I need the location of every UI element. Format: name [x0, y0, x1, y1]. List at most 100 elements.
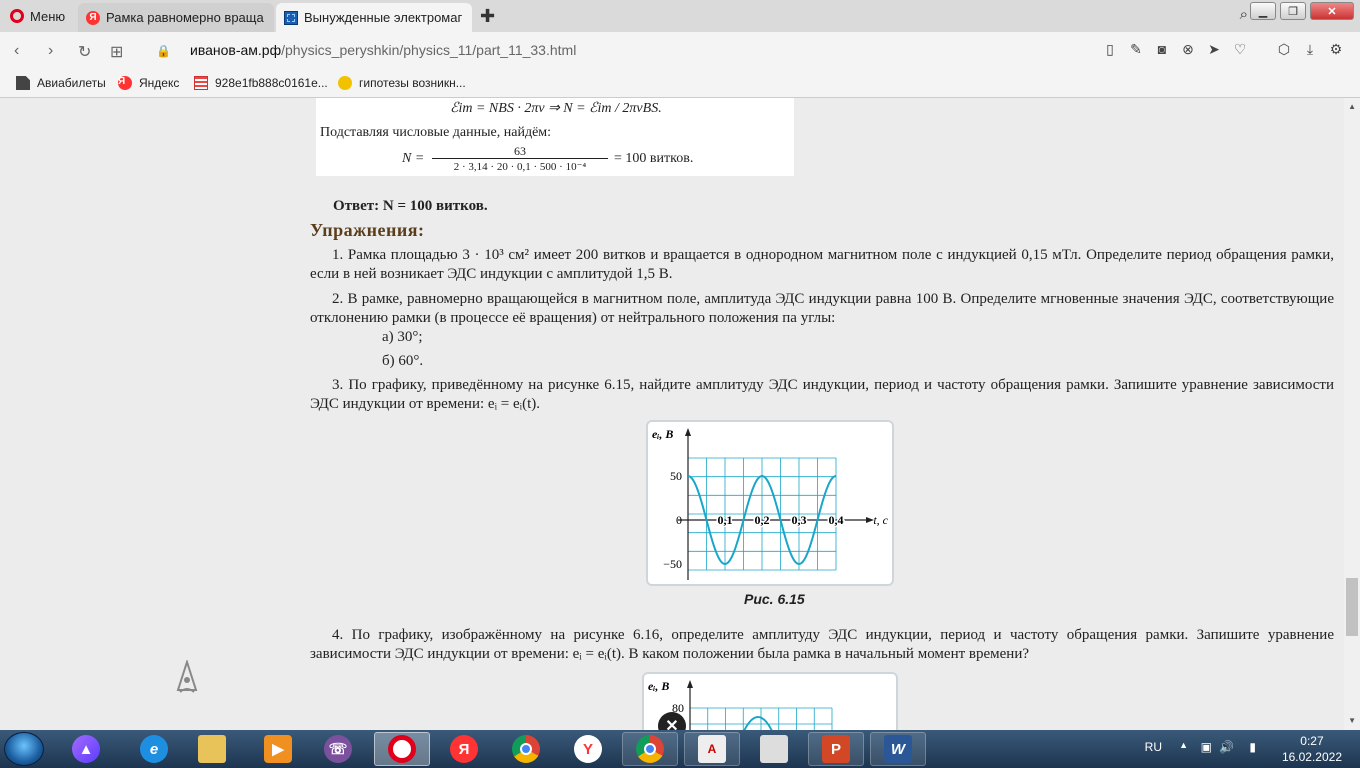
- calculator-icon: [760, 735, 788, 763]
- y-axis-label: eᵢ, В: [648, 679, 669, 693]
- scanned-solution: ℰim = NBS · 2πν ⇒ N = ℰim / 2πνBS. Подст…: [316, 98, 794, 176]
- tab-vynuzhdennye[interactable]: Вынужденные электромаг: [276, 3, 472, 32]
- acrobat-icon: A: [698, 735, 726, 763]
- n-label: N =: [402, 151, 425, 166]
- taskbar-acrobat[interactable]: A: [684, 732, 740, 766]
- taskbar-powerpoint[interactable]: P: [808, 732, 864, 766]
- forward-icon[interactable]: ›: [48, 42, 53, 60]
- formula-line: ℰim = NBS · 2πν ⇒ N = ℰim / 2πνBS.: [450, 101, 662, 116]
- cube-icon[interactable]: ⬡: [1276, 41, 1292, 58]
- url-field[interactable]: иванов-ам.рф/physics_peryshkin/physics_1…: [190, 42, 576, 58]
- heart-icon[interactable]: ♡: [1232, 41, 1248, 58]
- bookmark-label: Яндекс: [139, 76, 180, 90]
- text-to-speech-icon[interactable]: [176, 660, 198, 696]
- language-indicator[interactable]: RU: [1145, 740, 1162, 754]
- tab-ramka[interactable]: Я Рамка равномерно враща: [78, 3, 274, 32]
- bookmark-yandex[interactable]: Я Яндекс: [118, 76, 179, 90]
- lock-icon: 🔒: [156, 44, 171, 58]
- exercise-1: 1. Рамка площадью 3 · 10³ см² имеет 200 …: [310, 247, 1334, 282]
- volume-icon[interactable]: 🔊: [1219, 740, 1234, 754]
- powerpoint-icon: P: [822, 735, 850, 763]
- battery-icon[interactable]: ▮: [1249, 740, 1256, 754]
- substitution-text: Подставляя числовые данные, найдём:: [320, 125, 552, 140]
- maximize-button[interactable]: ❐: [1280, 2, 1306, 20]
- download-icon[interactable]: ⤓: [1302, 41, 1318, 58]
- bookmark-hash[interactable]: 928e1fb888c0161e...: [194, 76, 328, 90]
- taskbar-chrome[interactable]: [498, 732, 554, 766]
- snapshot-icon[interactable]: ◙: [1154, 41, 1170, 58]
- opera-icon: [10, 9, 24, 23]
- taskbar-calculator[interactable]: [746, 732, 802, 766]
- y-axis-arrow-icon: [687, 680, 693, 688]
- chrome-icon: [512, 735, 540, 763]
- address-actions: ▯ ✎ ◙ ⊗ ➤ ♡ ⬡ ⤓ ⚙: [1102, 41, 1344, 58]
- scroll-down-arrow-icon[interactable]: ▼: [1348, 716, 1356, 725]
- taskbar-yandex[interactable]: Я: [436, 732, 492, 766]
- speed-dial-icon[interactable]: ⊞: [110, 42, 123, 62]
- emf-curve: [743, 716, 773, 730]
- exercise-3: 3. По графику, приведённому на рисунке 6…: [310, 377, 1334, 412]
- opera-icon: [388, 735, 416, 763]
- tray-expand-icon[interactable]: ▲: [1179, 740, 1188, 750]
- figure-caption: Рис. 6.15: [744, 591, 805, 607]
- yandex-favicon-icon: Я: [86, 10, 100, 25]
- media-player-icon: ▶: [264, 735, 292, 763]
- taskbar-viber[interactable]: ☏: [310, 732, 366, 766]
- taskbar-opera[interactable]: [374, 732, 430, 766]
- figure-6-15: eᵢ, В t, c 50 0 −50 0,1 0,2 0,3 0,4: [646, 420, 894, 586]
- exercise-4: 4. По графику, изображённому на рисунке …: [310, 627, 1334, 662]
- y-tick-label: 50: [670, 469, 682, 483]
- x-tick-label: 0,4: [829, 513, 844, 527]
- scroll-thumb[interactable]: [1346, 578, 1358, 636]
- reader-mode-icon[interactable]: ▯: [1102, 41, 1118, 58]
- tab-bar: Меню Я Рамка равномерно враща Вынужденны…: [0, 0, 1360, 32]
- y-tick-label: 0: [676, 513, 682, 527]
- clock-time: 0:27: [1300, 734, 1324, 748]
- taskbar-word[interactable]: W: [870, 732, 926, 766]
- back-icon[interactable]: ‹: [14, 42, 19, 60]
- clock-date: 16.02.2022: [1281, 750, 1342, 764]
- taskbar-media[interactable]: ▶: [250, 732, 306, 766]
- clock[interactable]: 0:27 16.02.2022: [1282, 733, 1342, 765]
- tab-label: Вынужденные электромаг: [304, 10, 463, 25]
- minimize-button[interactable]: ▁: [1250, 2, 1276, 20]
- fraction-numerator: 63: [432, 144, 608, 159]
- taskbar-ie[interactable]: e: [126, 732, 182, 766]
- url-host: иванов-ам.рф: [190, 42, 282, 58]
- windows-taskbar: ▲ e ▶ ☏ Я Y A P W RU ▲ ▣ 🔊 ▮ 0:27 16.02.…: [0, 730, 1360, 768]
- start-button[interactable]: [4, 732, 44, 766]
- edit-icon[interactable]: ✎: [1128, 41, 1144, 58]
- answer-text: Ответ: N = 100 витков.: [333, 198, 488, 214]
- taskbar-explorer[interactable]: [184, 732, 240, 766]
- bookmark-label: гипотезы возникн...: [359, 76, 466, 90]
- yandex-icon: Я: [450, 735, 478, 763]
- adblock-icon[interactable]: ⊗: [1180, 41, 1196, 58]
- site-favicon-icon: [284, 10, 298, 25]
- result-text: = 100 витков.: [614, 151, 694, 166]
- exercise-2b: б) 60°.: [382, 353, 424, 369]
- taskbar-yandex-browser[interactable]: Y: [560, 732, 616, 766]
- reload-icon[interactable]: ↻: [78, 42, 91, 62]
- exercises-title: Упражнения:: [310, 220, 425, 240]
- opera-menu-button[interactable]: Меню: [4, 3, 76, 29]
- exercise-2a: а) 30°;: [382, 329, 423, 345]
- document-icon: [16, 76, 30, 90]
- bookmark-aviabilety[interactable]: Авиабилеты: [16, 76, 106, 90]
- bookmark-label: 928e1fb888c0161e...: [215, 76, 328, 90]
- taskbar-chrome-2[interactable]: [622, 732, 678, 766]
- tab-label: Рамка равномерно враща: [106, 10, 264, 25]
- scroll-up-arrow-icon[interactable]: ▲: [1348, 102, 1356, 111]
- folder-icon: [198, 735, 226, 763]
- search-tabs-icon[interactable]: ⌕: [1240, 6, 1248, 23]
- send-icon[interactable]: ➤: [1206, 41, 1222, 58]
- internet-explorer-icon: e: [140, 735, 168, 763]
- network-icon[interactable]: ▣: [1201, 740, 1212, 754]
- yandex-icon: Я: [118, 76, 132, 90]
- menu-label: Меню: [30, 8, 66, 24]
- close-window-button[interactable]: ✕: [1310, 2, 1354, 20]
- settings-icon[interactable]: ⚙: [1328, 41, 1344, 58]
- bookmark-gipotezy[interactable]: гипотезы возникн...: [338, 76, 466, 90]
- new-tab-plus-icon[interactable]: ✚: [480, 6, 495, 27]
- y-tick-label: −50: [663, 557, 682, 571]
- taskbar-alice[interactable]: ▲: [58, 732, 114, 766]
